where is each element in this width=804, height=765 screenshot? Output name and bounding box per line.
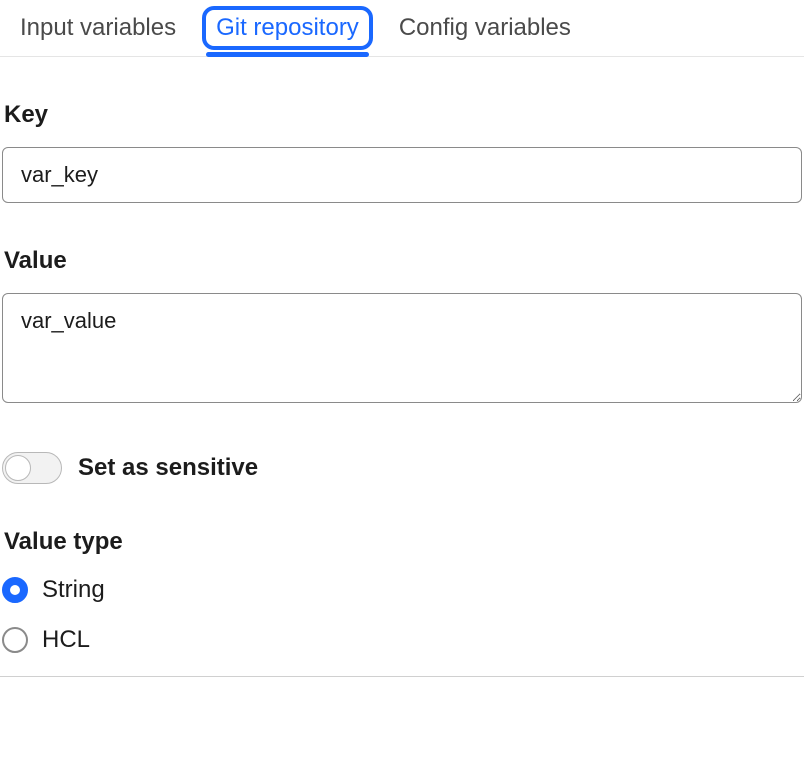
value-label: Value bbox=[2, 247, 802, 275]
tab-git-repository[interactable]: Git repository bbox=[216, 14, 359, 56]
radio-option-string[interactable]: String bbox=[2, 576, 802, 604]
value-type-label: Value type bbox=[2, 528, 802, 556]
key-label: Key bbox=[2, 101, 802, 129]
variable-form: Key Value var_value Set as sensitive Val… bbox=[0, 101, 804, 654]
sensitive-toggle-row: Set as sensitive bbox=[2, 452, 802, 484]
radio-label: HCL bbox=[42, 626, 90, 654]
divider bbox=[0, 676, 804, 677]
sensitive-label: Set as sensitive bbox=[78, 454, 258, 482]
radio-icon bbox=[2, 627, 28, 653]
radio-icon bbox=[2, 577, 28, 603]
value-field: Value var_value bbox=[2, 247, 802, 408]
value-textarea[interactable]: var_value bbox=[2, 293, 802, 403]
tab-config-variables[interactable]: Config variables bbox=[399, 14, 571, 56]
key-field: Key bbox=[2, 101, 802, 203]
tab-label: Git repository bbox=[216, 14, 359, 41]
key-input[interactable] bbox=[2, 147, 802, 203]
value-type-radio-group: String HCL bbox=[2, 576, 802, 654]
sensitive-toggle[interactable] bbox=[2, 452, 62, 484]
tab-input-variables[interactable]: Input variables bbox=[20, 14, 176, 56]
radio-label: String bbox=[42, 576, 105, 604]
toggle-knob-icon bbox=[5, 455, 31, 481]
tabs: Input variables Git repository Config va… bbox=[0, 0, 804, 57]
value-type-field: Value type String HCL bbox=[2, 528, 802, 654]
radio-option-hcl[interactable]: HCL bbox=[2, 626, 802, 654]
